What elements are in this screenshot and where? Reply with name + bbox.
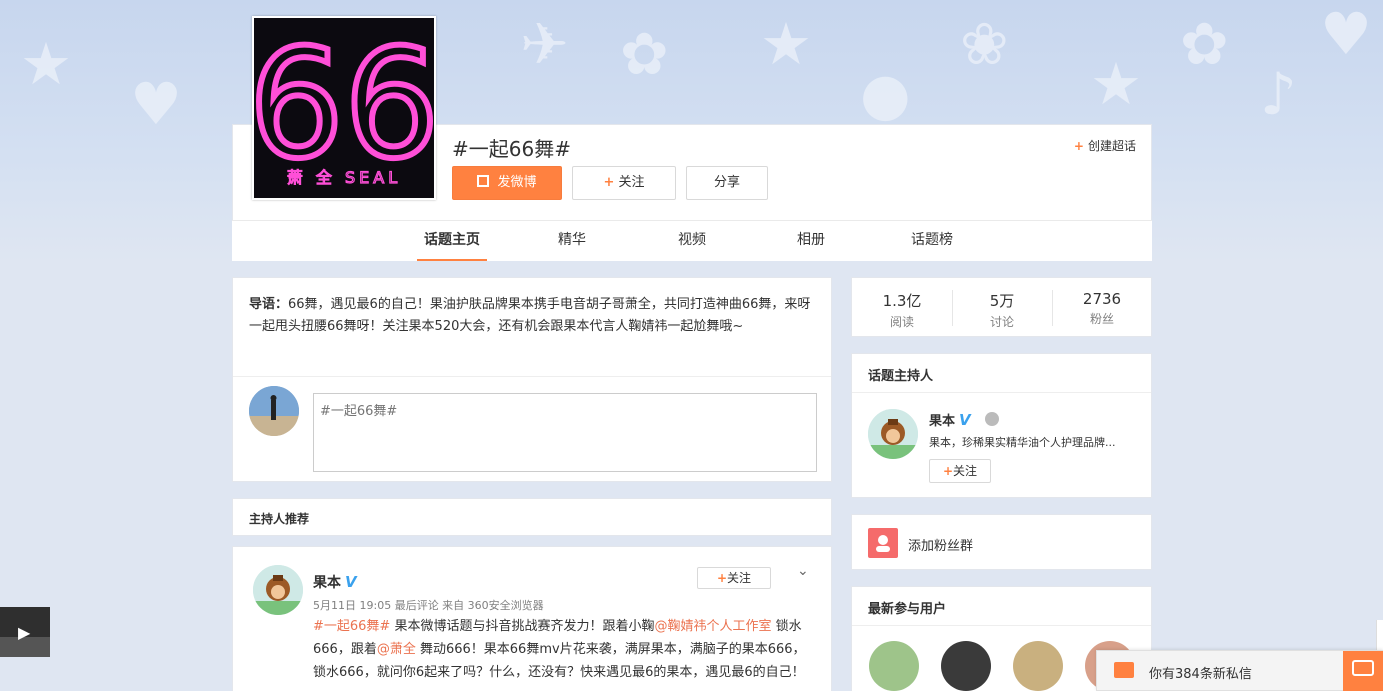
floating-video-thumbnail[interactable]: ▶ bbox=[0, 607, 50, 657]
tab-topic-ranking[interactable]: 话题榜 bbox=[904, 221, 960, 261]
topic-tabs: 话题主页 精华 视频 相册 话题榜 bbox=[232, 220, 1152, 261]
edit-icon bbox=[477, 175, 490, 187]
stat-fans: 2736 粉丝 bbox=[1052, 290, 1152, 327]
compose-input[interactable] bbox=[313, 393, 817, 472]
host-follow-button[interactable]: +关注 bbox=[929, 459, 991, 483]
verified-icon: V bbox=[345, 573, 357, 591]
chat-button[interactable] bbox=[1343, 651, 1383, 691]
latest-user-avatar[interactable] bbox=[941, 641, 991, 691]
stat-label: 讨论 bbox=[989, 315, 1014, 329]
post-mention-link[interactable]: @鞠婧祎个人工作室 bbox=[654, 619, 771, 634]
post-author-avatar[interactable] bbox=[253, 565, 303, 615]
mail-icon bbox=[1114, 662, 1134, 678]
robot-icon bbox=[985, 412, 999, 426]
divider bbox=[852, 625, 1151, 626]
stat-reads: 1.3亿 阅读 bbox=[852, 290, 952, 330]
verified-icon: V bbox=[959, 411, 971, 429]
post-hashtag-link[interactable]: #一起66舞# bbox=[313, 619, 390, 634]
host-recommend-title: 主持人推荐 bbox=[249, 512, 310, 526]
stat-label: 阅读 bbox=[889, 315, 914, 329]
latest-users-title: 最新参与用户 bbox=[868, 602, 947, 617]
chat-bubble-icon bbox=[1352, 660, 1374, 676]
post-weibo-button[interactable]: 发微博 bbox=[452, 166, 562, 200]
host-description: 果本，珍稀果实精华油个人护理品牌... bbox=[929, 436, 1116, 449]
chevron-down-icon[interactable]: ⌄ bbox=[797, 563, 809, 579]
star-icon: ★ bbox=[760, 10, 812, 78]
topic-host-card: 话题主持人 果本 V 果本，珍稀果实精华油个人护理品牌... +关注 bbox=[851, 353, 1152, 498]
stat-discussions: 5万 讨论 bbox=[952, 290, 1052, 330]
host-card-title: 话题主持人 bbox=[868, 369, 934, 384]
author-name-text: 果本 bbox=[313, 575, 341, 591]
topic-intro: 导语：66舞，遇见最6的自己！果油护肤品牌果本携手电音胡子哥萧全，共同打造神曲6… bbox=[249, 294, 821, 338]
latest-user-avatar[interactable] bbox=[1013, 641, 1063, 691]
message-count-text: 你有384条新私信 bbox=[1149, 667, 1252, 682]
create-super-label: 创建超话 bbox=[1087, 139, 1136, 153]
current-user-avatar[interactable] bbox=[249, 386, 299, 436]
tab-essence[interactable]: 精华 bbox=[550, 221, 594, 261]
post-meta: 5月11日 19:05 最后评论 来自 360安全浏览器 bbox=[313, 599, 544, 612]
divider bbox=[852, 392, 1151, 393]
plus-icon: + bbox=[942, 464, 954, 478]
cover-caption: 萧 全 SEAL bbox=[287, 168, 401, 187]
feed-post: 果本 V 5月11日 19:05 最后评论 来自 360安全浏览器 +关注 ⌄ #… bbox=[232, 546, 832, 691]
stat-value: 5万 bbox=[989, 292, 1015, 310]
create-super-topic-link[interactable]: + 创建超话 bbox=[1074, 137, 1136, 154]
flower-icon: ❀ bbox=[960, 10, 1009, 78]
intro-text: 66舞，遇见最6的自己！果油护肤品牌果本携手电音胡子哥萧全，共同打造神曲66舞，… bbox=[249, 297, 811, 334]
host-avatar[interactable] bbox=[868, 409, 918, 459]
heart-icon: ♥ bbox=[1320, 0, 1372, 68]
follow-label: 关注 bbox=[618, 175, 645, 190]
gear-icon: ✿ bbox=[620, 20, 669, 88]
topic-intro-card: 导语：66舞，遇见最6的自己！果油护肤品牌果本携手电音胡子哥萧全，共同打造神曲6… bbox=[232, 277, 832, 482]
follow-label: 关注 bbox=[953, 464, 978, 478]
latest-user-avatar[interactable] bbox=[869, 641, 919, 691]
stat-label: 粉丝 bbox=[1089, 312, 1114, 326]
group-icon bbox=[868, 528, 898, 558]
post-text: 果本微博话题与抖音挑战赛齐发力！跟着小鞠 bbox=[390, 619, 655, 634]
post-author-name[interactable]: 果本 V bbox=[313, 572, 357, 592]
post-mention-link[interactable]: @萧全 bbox=[377, 642, 416, 657]
star-icon: ★ bbox=[1090, 50, 1142, 118]
host-recommend-header: 主持人推荐 bbox=[232, 498, 832, 536]
ball-icon: ● bbox=[860, 60, 911, 128]
fans-group-label: 添加粉丝群 bbox=[908, 539, 974, 554]
tab-album[interactable]: 相册 bbox=[789, 221, 833, 261]
follow-label: 关注 bbox=[727, 571, 752, 585]
plus-icon: + bbox=[603, 175, 615, 190]
play-icon: ▶ bbox=[18, 623, 31, 642]
plus-icon: + bbox=[716, 571, 728, 585]
post-content: #一起66舞# 果本微博话题与抖音挑战赛齐发力！跟着小鞠@鞠婧祎个人工作室 锁水… bbox=[313, 615, 813, 684]
stat-value: 1.3亿 bbox=[882, 292, 922, 310]
rocket-icon: ✈ bbox=[520, 10, 569, 78]
plus-icon: + bbox=[1073, 139, 1084, 153]
topic-stats: 1.3亿 阅读 5万 讨论 2736 粉丝 bbox=[851, 277, 1152, 337]
stat-value: 2736 bbox=[1082, 290, 1122, 308]
follow-topic-button[interactable]: + 关注 bbox=[572, 166, 676, 200]
tab-video[interactable]: 视频 bbox=[670, 221, 714, 261]
star-icon: ★ bbox=[20, 30, 72, 98]
share-button[interactable]: 分享 bbox=[686, 166, 768, 200]
divider bbox=[233, 376, 831, 377]
topic-cover-image: 66 萧 全 SEAL bbox=[252, 16, 436, 200]
share-label: 分享 bbox=[713, 175, 740, 190]
topic-title: #一起66舞# bbox=[452, 137, 571, 161]
private-message-bar[interactable]: 你有384条新私信 bbox=[1096, 650, 1383, 691]
post-follow-button[interactable]: +关注 bbox=[697, 567, 771, 589]
flower-icon: ✿ bbox=[1180, 10, 1229, 78]
heart-icon: ♥ bbox=[130, 70, 182, 138]
host-name-text: 果本 bbox=[929, 414, 956, 429]
host-name[interactable]: 果本 V bbox=[929, 410, 971, 429]
scroll-edge bbox=[1376, 620, 1383, 652]
post-weibo-label: 发微博 bbox=[497, 175, 537, 190]
cover-neon-number: 66 bbox=[254, 18, 434, 192]
intro-label: 导语： bbox=[249, 297, 289, 312]
tab-topic-home[interactable]: 话题主页 bbox=[417, 221, 487, 261]
music-icon: ♪ bbox=[1260, 60, 1298, 128]
fans-group-card[interactable]: 添加粉丝群 bbox=[851, 514, 1152, 570]
